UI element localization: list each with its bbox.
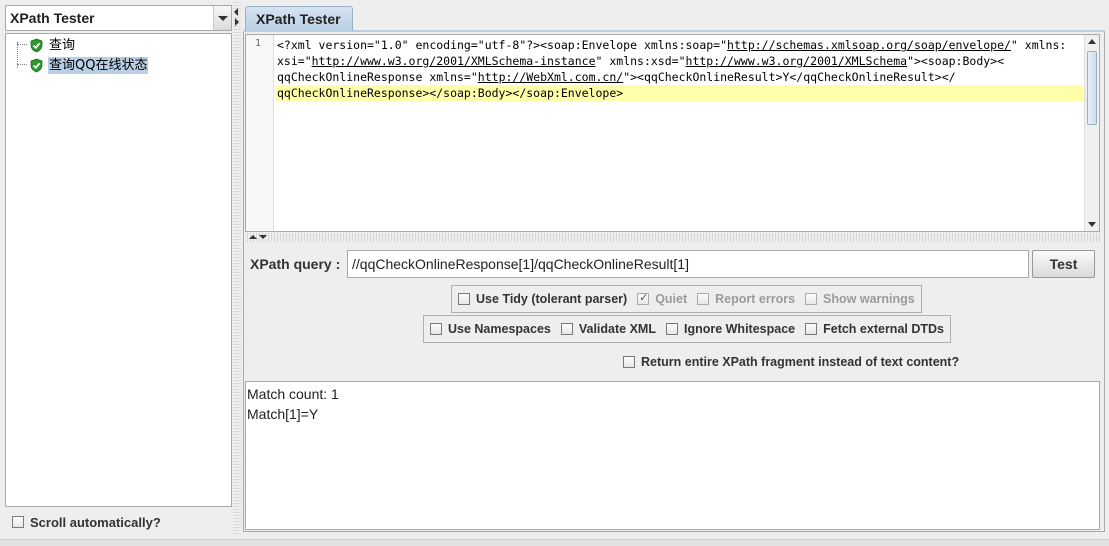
match-count-text: Match count: 1 — [247, 386, 339, 402]
option-checkbox[interactable] — [665, 323, 678, 335]
horizontal-splitter[interactable] — [245, 233, 1100, 242]
left-panel: XPath Tester 查询 查询QQ在线状态 Scroll automati… — [5, 5, 232, 536]
expand-right-icon[interactable] — [235, 18, 239, 26]
option-label: Fetch external DTDs — [823, 322, 944, 336]
option-ignore-whitespace[interactable]: Ignore Whitespace — [665, 322, 796, 336]
combo-dropdown-button[interactable] — [213, 6, 231, 30]
tree-connector — [17, 44, 27, 45]
test-plan-tree: 查询 查询QQ在线状态 — [5, 33, 232, 507]
option-fetch-external-dtds[interactable]: Fetch external DTDs — [805, 322, 944, 336]
option-use-tidy-tolerant-parser[interactable]: Use Tidy (tolerant parser) — [458, 292, 627, 306]
option-label: Show warnings — [823, 292, 915, 306]
tree-item-qq-online-status[interactable]: 查询QQ在线状态 — [29, 56, 149, 74]
option-checkbox[interactable] — [458, 293, 470, 305]
vertical-splitter[interactable] — [233, 0, 241, 536]
line-number-gutter: 1 — [246, 35, 274, 231]
tab-strip-underline — [243, 30, 1105, 32]
option-report-errors: Report errors — [697, 292, 795, 306]
return-fragment-label: Return entire XPath fragment instead of … — [641, 355, 960, 369]
scrollbar-thumb[interactable] — [1087, 51, 1097, 125]
tree-item-label: 查询 — [49, 37, 76, 53]
response-xml-code[interactable]: <?xml version="1.0" encoding="utf-8"?><s… — [275, 37, 1085, 101]
status-bar — [0, 539, 1109, 546]
code-text: " xmlns:xsd=" — [595, 54, 686, 68]
option-validate-xml[interactable]: Validate XML — [560, 322, 656, 336]
option-label: Ignore Whitespace — [683, 322, 796, 336]
option-checkbox[interactable] — [560, 323, 573, 335]
option-checkbox[interactable] — [805, 323, 818, 335]
code-text: <?xml version="1.0" encoding="utf-8"?><s… — [277, 38, 728, 52]
results-panel[interactable]: Match count: 1 Match[1]=Y — [245, 381, 1100, 530]
option-checkbox — [697, 293, 710, 305]
tab-label: XPath Tester — [256, 11, 341, 27]
option-label: Use Namespaces — [448, 322, 551, 336]
match-result-text: Match[1]=Y — [247, 406, 319, 422]
option-checkbox — [805, 293, 818, 305]
namespace-link[interactable]: http://schemas.xmlsoap.org/soap/envelope… — [727, 38, 1011, 52]
tree-connector — [17, 64, 27, 65]
code-text: " xmlns: — [1010, 38, 1067, 52]
response-editor[interactable]: 1 <?xml version="1.0" encoding="utf-8"?>… — [245, 34, 1100, 232]
chevron-down-icon — [218, 16, 228, 21]
parser-options-group: Use Tidy (tolerant parser) Quiet Report er… — [451, 285, 922, 313]
code-text: xsi=" — [277, 54, 312, 68]
code-line: qqCheckOnlineResponse></soap:Body></soap… — [275, 85, 1083, 101]
code-text: "><qqCheckOnlineResult>Y</qqCheckOnlineR… — [623, 70, 956, 84]
code-line: <?xml version="1.0" encoding="utf-8"?><s… — [275, 37, 1085, 53]
return-fragment-checkbox[interactable] — [623, 356, 635, 368]
tree-item-query[interactable]: 查询 — [29, 36, 76, 54]
tree-item-label: 查询QQ在线状态 — [48, 56, 149, 74]
scroll-up-icon[interactable] — [1088, 39, 1096, 44]
code-line: xsi="http://www.w3.org/2001/XMLSchema-in… — [275, 53, 1085, 69]
test-button[interactable]: Test — [1032, 250, 1095, 278]
scroll-down-icon[interactable] — [1088, 222, 1096, 227]
option-label: Validate XML — [578, 322, 656, 336]
option-show-warnings: Show warnings — [805, 292, 915, 306]
code-text: qqCheckOnlineResponse xmlns=" — [277, 70, 478, 84]
collapse-up-icon[interactable] — [249, 235, 257, 239]
view-selector-value: XPath Tester — [10, 10, 95, 26]
code-line: qqCheckOnlineResponse xmlns="http://WebX… — [275, 69, 1085, 85]
namespace-link[interactable]: http://WebXml.com.cn/ — [478, 70, 623, 84]
collapse-left-icon[interactable] — [234, 8, 238, 16]
tab-xpath-tester[interactable]: XPath Tester — [245, 6, 353, 31]
return-fragment-option[interactable]: Return entire XPath fragment instead of … — [623, 355, 959, 369]
namespace-link[interactable]: http://www.w3.org/2001/XMLSchema-instanc… — [312, 54, 596, 68]
code-text: "><soap:Body>< — [907, 54, 1005, 68]
option-label: Report errors — [715, 292, 796, 306]
code-text: qqCheckOnlineResponse></soap:Body></soap… — [277, 86, 624, 100]
line-number: 1 — [255, 38, 262, 49]
expand-down-icon[interactable] — [259, 235, 267, 239]
option-label: Quiet — [655, 292, 688, 306]
xml-options-group: Use Namespaces Validate XML Ignore Whitesp… — [423, 315, 951, 343]
green-shield-check-icon — [29, 38, 44, 53]
namespace-link[interactable]: http://www.w3.org/2001/XMLSchema — [686, 54, 908, 68]
scroll-automatically-checkbox[interactable] — [12, 516, 24, 528]
option-label: Use Tidy (tolerant parser) — [476, 292, 628, 306]
scroll-automatically-label: Scroll automatically? — [30, 514, 161, 530]
green-shield-check-icon — [29, 58, 44, 73]
scroll-automatically-option[interactable]: Scroll automatically? — [5, 511, 161, 533]
option-checkbox — [637, 291, 650, 305]
xpath-query-label: XPath query : — [250, 256, 341, 272]
editor-vertical-scrollbar[interactable] — [1084, 35, 1099, 231]
option-quiet: Quiet — [637, 291, 688, 306]
view-selector-combo[interactable]: XPath Tester — [5, 5, 232, 31]
option-checkbox[interactable] — [430, 323, 442, 335]
option-use-namespaces[interactable]: Use Namespaces — [430, 322, 551, 336]
xpath-query-input[interactable]: //qqCheckOnlineResponse[1]/qqCheckOnline… — [347, 250, 1029, 278]
